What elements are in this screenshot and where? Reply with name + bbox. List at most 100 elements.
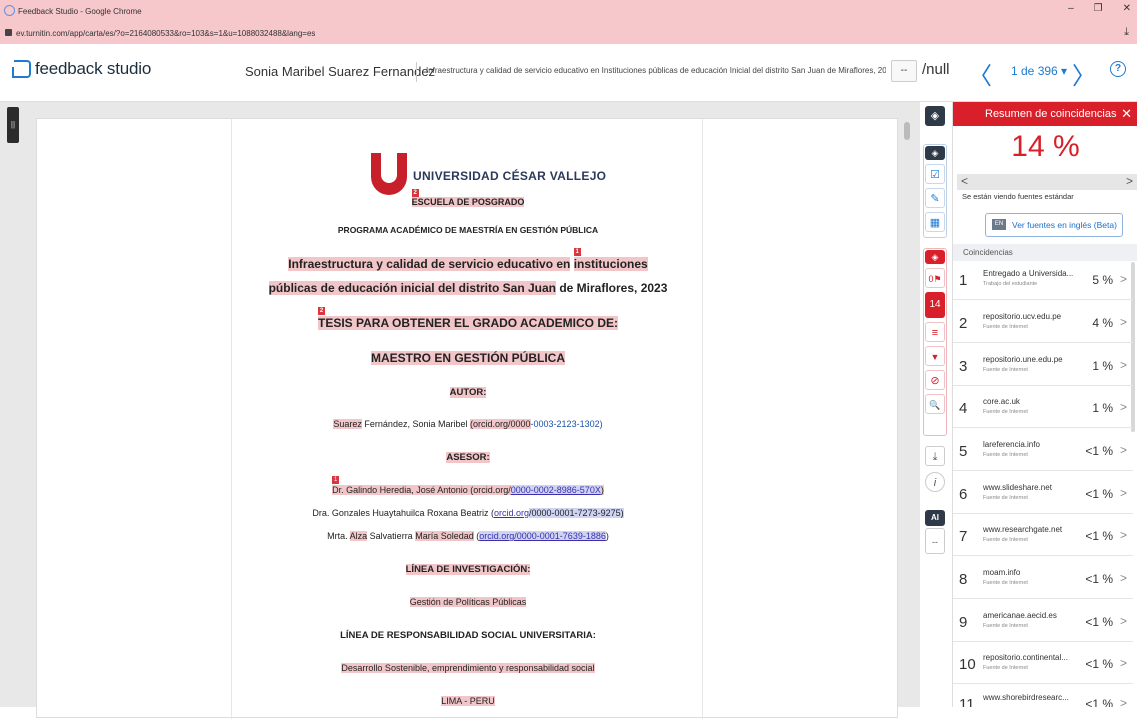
chevron-right-icon[interactable]: > (1120, 486, 1127, 500)
previous-paper-button[interactable]: 〈 (968, 56, 992, 91)
linea-label: LÍNEA DE INVESTIGACIÓN: (405, 564, 531, 575)
download-icon[interactable]: ⤓ (925, 446, 945, 466)
close-window-button[interactable]: ✕ (1123, 3, 1131, 14)
university-name: UNIVERSIDAD CÉSAR VALLEJO (413, 169, 607, 183)
matches-section-label: Coincidencias (953, 244, 1137, 261)
english-sources-button[interactable]: EN Ver fuentes en inglés (Beta) (985, 213, 1123, 237)
program-line: PROGRAMA ACADÉMICO DE MAESTRÍA EN GESTIÓ… (337, 225, 599, 235)
author-name: Sonia Maribel Suarez Fernandez (245, 64, 436, 79)
similarity-score: 14 % (1011, 130, 1080, 163)
ai-writing-label: AI (925, 510, 945, 526)
match-marker[interactable]: 2 (411, 189, 419, 197)
header-divider (416, 62, 417, 82)
match-row[interactable]: 2 repositorio.ucv.edu.pe Fuente de Inter… (953, 305, 1133, 343)
asesor-line-2: Dra. Gonzales Huaytahuilca Roxana Beatri… (312, 508, 624, 518)
window-title: Feedback Studio - Google Chrome (18, 6, 142, 16)
info-icon[interactable]: i (925, 472, 945, 492)
match-row[interactable]: 4 core.ac.uk Fuente de Internet 1 % > (953, 390, 1133, 428)
chevron-left-icon[interactable]: < (961, 174, 968, 188)
chevron-right-icon[interactable]: > (1120, 315, 1127, 329)
university-crest-icon (371, 153, 407, 195)
chevron-right-icon[interactable]: > (1126, 174, 1133, 188)
rsu-text: Desarrollo Sostenible, emprendimiento y … (341, 663, 595, 673)
match-marker[interactable]: 1 (332, 476, 340, 484)
side-drawer-handle[interactable]: || (7, 107, 19, 143)
asesor-line-3: Mrta. Alza Salvatierra María Soledad (or… (327, 531, 609, 541)
en-badge: EN (992, 219, 1006, 230)
document-scrollbar[interactable] (904, 122, 910, 140)
help-icon[interactable]: ? (1110, 61, 1126, 77)
feedback-studio-logo: feedback studio (12, 59, 152, 79)
side-toolbar: ◈ ◈ ☑ ✎ ▦ ◈ 0⚑ 14 ≡ ▼ ⊘ 🔍 ⤓ i AI -- (920, 102, 952, 707)
document-title: Infraestructura y calidad de servicio ed… (426, 66, 886, 75)
flags-count-icon[interactable]: 0⚑ (925, 268, 945, 288)
logo-text: feedback studio (35, 59, 152, 78)
match-row[interactable]: 9 americanae.aecid.es Fuente de Internet… (953, 604, 1133, 642)
title-line-2: públicas de educación inicial del distri… (268, 281, 668, 295)
asesor-label: ASESOR: (446, 452, 490, 463)
chevron-right-icon[interactable]: > (1120, 696, 1127, 707)
grade-max-label: /null (922, 61, 950, 78)
chevron-right-icon[interactable]: > (1120, 358, 1127, 372)
match-row[interactable]: 1 Entregado a Universida... Trabajo del … (953, 262, 1133, 300)
exclude-icon[interactable]: ⊘ (925, 370, 945, 390)
grade-input[interactable]: -- (891, 60, 917, 82)
similarity-score-button[interactable]: 14 (925, 292, 945, 318)
maximize-button[interactable]: ❐ (1094, 3, 1103, 14)
english-sources-label: Ver fuentes en inglés (Beta) (1012, 220, 1117, 230)
address-bar[interactable]: ev.turnitin.com/app/carta/es/?o=21640805… (0, 22, 1137, 44)
panel-header: Resumen de coincidencias ✕ (953, 102, 1137, 126)
match-row[interactable]: 8 moam.info Fuente de Internet <1 % > (953, 561, 1133, 599)
grading-layer-icon[interactable]: ◈ (925, 146, 945, 160)
minimize-button[interactable]: – (1068, 3, 1074, 14)
match-row[interactable]: 11 www.shorebirdresearc... <1 % > (953, 686, 1133, 707)
match-marker[interactable]: 1 (573, 248, 581, 256)
filter-icon[interactable]: ▼ (925, 346, 945, 366)
match-row[interactable]: 3 repositorio.une.edu.pe Fuente de Inter… (953, 348, 1133, 386)
panel-title: Resumen de coincidencias (985, 108, 1117, 120)
match-row[interactable]: 5 lareferencia.info Fuente de Internet <… (953, 433, 1133, 471)
rsu-label: LÍNEA DE RESPONSABILIDAD SOCIAL UNIVERSI… (340, 630, 596, 641)
chevron-right-icon[interactable]: > (1120, 614, 1127, 628)
feedback-edit-icon[interactable]: ✎ (925, 188, 945, 208)
close-icon[interactable]: ✕ (1121, 102, 1132, 126)
chrome-icon (4, 5, 15, 16)
search-document-icon[interactable]: 🔍 (925, 394, 945, 414)
layers-icon[interactable]: ◈ (925, 106, 945, 126)
chevron-right-icon[interactable]: > (1120, 656, 1127, 670)
degree-line: MAESTRO EN GESTIÓN PÚBLICA (370, 351, 565, 365)
document-viewer[interactable]: || UNIVERSIDAD CÉSAR VALLEJO 2 ESCUELA D… (0, 102, 920, 719)
grid-icon[interactable]: ▦ (925, 212, 945, 232)
asesor-line-1: 1 Dr. Galindo Heredia, José Antonio (orc… (332, 476, 604, 495)
chevron-right-icon[interactable]: > (1120, 528, 1127, 542)
browser-titlebar: Feedback Studio - Google Chrome – ❐ ✕ (0, 0, 1137, 22)
match-row[interactable]: 7 www.researchgate.net Fuente de Interne… (953, 518, 1133, 556)
autor-line: Suarez Fernández, Sonia Maribel (orcid.o… (333, 419, 603, 429)
school-line: 2 ESCUELA DE POSGRADO (411, 189, 525, 207)
ai-writing-score-button[interactable]: -- (925, 528, 945, 554)
lock-icon (5, 29, 12, 36)
paper-count-dropdown[interactable]: 1 de 396 ▾ (1011, 64, 1067, 78)
autor-label: AUTOR: (449, 387, 487, 398)
source-carousel: < > (957, 174, 1137, 190)
feedback-studio-icon (12, 60, 31, 78)
match-row[interactable]: 6 www.slideshare.net Fuente de Internet … (953, 476, 1133, 514)
next-paper-button[interactable]: 〉 (1072, 56, 1096, 91)
download-icon[interactable]: ⤓ (1124, 26, 1129, 39)
chevron-right-icon[interactable]: > (1120, 272, 1127, 286)
similarity-layer-icon[interactable]: ◈ (925, 250, 945, 264)
chevron-right-icon[interactable]: > (1120, 571, 1127, 585)
url-text[interactable]: ev.turnitin.com/app/carta/es/?o=21640805… (16, 29, 315, 38)
title-line-1: Infraestructura y calidad de servicio ed… (288, 248, 648, 271)
match-list-icon[interactable]: ≡ (925, 322, 945, 342)
match-marker[interactable]: 2 (317, 307, 325, 315)
chevron-right-icon[interactable]: > (1120, 400, 1127, 414)
app-header: feedback studio Sonia Maribel Suarez Fer… (0, 44, 1137, 102)
document-page: UNIVERSIDAD CÉSAR VALLEJO 2 ESCUELA DE P… (36, 118, 898, 719)
standard-sources-label: Se están viendo fuentes estándar (962, 192, 1074, 201)
match-row[interactable]: 10 repositorio.continental... Fuente de … (953, 646, 1133, 684)
rubric-check-icon[interactable]: ☑ (925, 164, 945, 184)
match-overview-panel: Resumen de coincidencias ✕ 14 % < > Se e… (952, 102, 1137, 707)
chevron-right-icon[interactable]: > (1120, 443, 1127, 457)
thesis-line: 2 TESIS PARA OBTENER EL GRADO ACADEMICO … (317, 307, 619, 330)
